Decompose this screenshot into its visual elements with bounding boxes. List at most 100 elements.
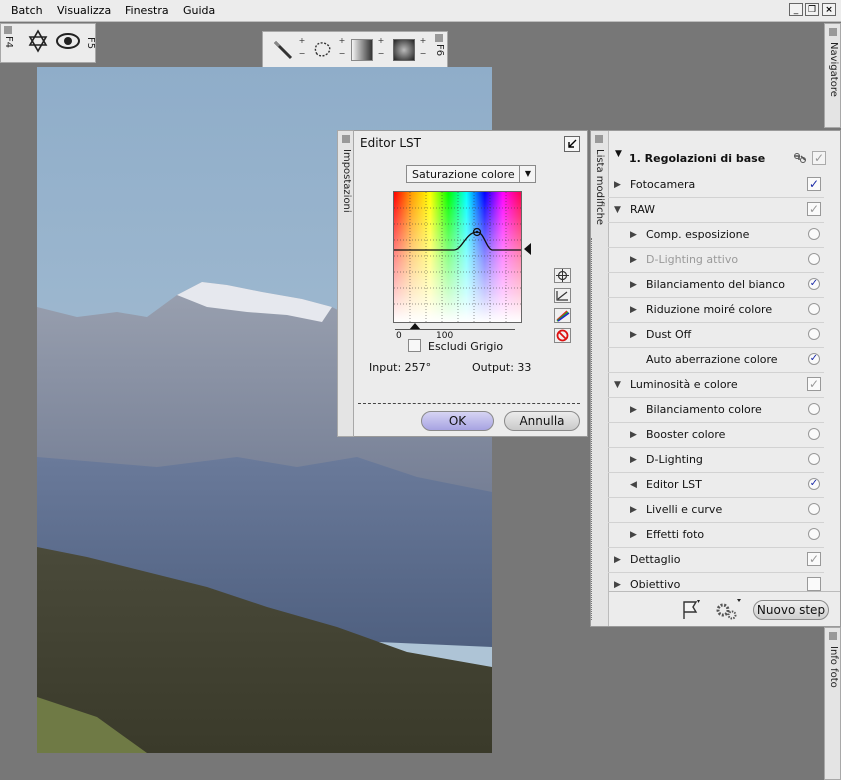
list-item[interactable]: ▶ D-Lighting	[608, 448, 824, 473]
expand-down-icon[interactable]: ▼	[614, 373, 621, 397]
list-item[interactable]: ▶ Obiettivo	[608, 573, 824, 591]
enable-radio[interactable]	[808, 403, 820, 415]
tab-collapse-icon[interactable]	[342, 135, 350, 143]
crosshair-icon[interactable]	[554, 268, 571, 283]
enable-radio[interactable]	[808, 503, 820, 515]
restore-button[interactable]: ❐	[805, 3, 819, 16]
tab-collapse-icon[interactable]	[595, 135, 603, 143]
expand-right-icon[interactable]: ▶	[630, 448, 637, 472]
expand-right-icon[interactable]: ▶	[630, 523, 637, 547]
expand-right-icon[interactable]: ▶	[630, 248, 637, 272]
lasso-tool-icon[interactable]	[311, 38, 335, 62]
close-button[interactable]: ×	[822, 3, 836, 16]
menu-finestra[interactable]: Finestra	[125, 4, 169, 17]
enable-checkbox[interactable]: ✓	[807, 177, 821, 191]
list-item-label: Riduzione moiré colore	[646, 303, 773, 316]
compare-images-icon[interactable]	[26, 29, 50, 53]
expand-right-icon[interactable]: ▶	[630, 323, 637, 347]
enable-radio[interactable]	[808, 453, 820, 465]
enable-radio[interactable]	[808, 328, 820, 340]
plus-icon[interactable]: +	[298, 37, 306, 45]
minus-icon[interactable]: −	[298, 50, 306, 58]
section-checkbox[interactable]: ✓	[812, 151, 826, 165]
info-foto-tab[interactable]: Info foto	[824, 627, 841, 780]
ok-button[interactable]: OK	[421, 411, 494, 431]
curve-reset-icon[interactable]	[554, 288, 571, 303]
settings-gear-icon[interactable]	[713, 597, 743, 621]
enable-radio[interactable]	[808, 428, 820, 440]
expand-down-icon[interactable]: ▼	[614, 198, 621, 222]
minus-icon[interactable]: −	[377, 50, 385, 58]
expand-right-icon[interactable]: ▶	[614, 548, 621, 572]
menu-guida[interactable]: Guida	[183, 4, 215, 17]
enable-radio[interactable]: ✓	[808, 353, 820, 365]
mode-select[interactable]: Saturazione colore ▼	[406, 165, 536, 183]
delete-point-icon[interactable]	[554, 328, 571, 343]
list-item[interactable]: ▶ Dust Off	[608, 323, 824, 348]
eye-preview-icon[interactable]	[55, 30, 81, 52]
tab-expand-icon[interactable]	[829, 28, 837, 36]
enable-radio[interactable]: ✓	[808, 278, 820, 290]
menu-visualizza[interactable]: Visualizza	[57, 4, 111, 17]
gradient-tool-icon[interactable]	[351, 39, 373, 61]
list-item[interactable]: ▶ Livelli e curve	[608, 498, 824, 523]
list-panel-resize-handle[interactable]	[591, 238, 597, 620]
expand-right-icon[interactable]: ▶	[630, 398, 637, 422]
list-item[interactable]: ▶ Bilanciamento colore	[608, 398, 824, 423]
flag-step-icon[interactable]	[681, 599, 703, 621]
plus-icon[interactable]: +	[338, 37, 346, 45]
cancel-button[interactable]: Annulla	[504, 411, 580, 431]
color-curve-icon[interactable]	[554, 308, 571, 323]
impostazioni-tab[interactable]: Impostazioni	[337, 130, 354, 437]
fill-erase-tool-icon[interactable]	[393, 39, 415, 61]
list-item[interactable]: ▶ Effetti foto	[608, 523, 824, 548]
navigatore-tab[interactable]: Navigatore	[824, 23, 841, 128]
plus-icon[interactable]: +	[419, 37, 427, 45]
new-step-button[interactable]: Nuovo step	[753, 600, 829, 620]
list-item[interactable]: ▶ Booster colore	[608, 423, 824, 448]
chevron-down-icon[interactable]: ▼	[519, 166, 536, 182]
minimize-button[interactable]: _	[789, 3, 803, 16]
list-item[interactable]: ▶ Bilanciamento del bianco ✓	[608, 273, 824, 298]
expand-right-icon[interactable]: ▶	[630, 223, 637, 247]
expand-left-icon[interactable]: ◀	[630, 473, 637, 497]
plus-icon[interactable]: +	[377, 37, 385, 45]
list-item[interactable]: Auto aberrazione colore ✓	[608, 348, 824, 373]
enable-radio[interactable]	[808, 528, 820, 540]
list-item[interactable]: ▶ D-Lighting attivo	[608, 248, 824, 273]
enable-checkbox[interactable]: ✓	[807, 202, 821, 216]
list-item[interactable]: ▶ Comp. esposizione	[608, 223, 824, 248]
enable-checkbox[interactable]: ✓	[807, 377, 821, 391]
expand-right-icon[interactable]: ▶	[630, 423, 637, 447]
exclude-gray-checkbox[interactable]	[408, 339, 421, 352]
palette-close-icon[interactable]	[4, 26, 12, 34]
enable-radio[interactable]	[808, 253, 820, 265]
dock-icon[interactable]	[564, 136, 580, 152]
expand-right-icon[interactable]: ▶	[630, 273, 637, 297]
expand-right-icon[interactable]: ▶	[630, 298, 637, 322]
level-marker-icon[interactable]	[524, 243, 531, 255]
expand-right-icon[interactable]: ▶	[614, 573, 621, 591]
list-item[interactable]: ▼ RAW ✓	[608, 198, 824, 223]
expand-right-icon[interactable]: ▶	[630, 498, 637, 522]
tab-expand-icon[interactable]	[829, 632, 837, 640]
expand-right-icon[interactable]: ▶	[614, 173, 621, 197]
minus-icon[interactable]: −	[338, 50, 346, 58]
collapse-section-icon[interactable]: ▼	[615, 149, 622, 159]
list-item[interactable]: ▼ Luminosità e colore ✓	[608, 373, 824, 398]
list-item[interactable]: ▶ Riduzione moiré colore	[608, 298, 824, 323]
lst-color-graph[interactable]	[393, 191, 522, 323]
minus-icon[interactable]: −	[419, 50, 427, 58]
enable-checkbox[interactable]	[807, 577, 821, 591]
list-item[interactable]: ▶ Fotocamera ✓	[608, 173, 824, 198]
list-item[interactable]: ◀ Editor LST ✓	[608, 473, 824, 498]
link-icon[interactable]	[793, 152, 807, 164]
enable-checkbox[interactable]: ✓	[807, 552, 821, 566]
brush-tool-icon[interactable]	[271, 38, 295, 62]
palette-close-icon[interactable]	[435, 34, 443, 42]
enable-radio[interactable]: ✓	[808, 478, 820, 490]
enable-radio[interactable]	[808, 228, 820, 240]
menu-batch[interactable]: Batch	[11, 4, 43, 17]
enable-radio[interactable]	[808, 303, 820, 315]
list-item[interactable]: ▶ Dettaglio ✓	[608, 548, 824, 573]
